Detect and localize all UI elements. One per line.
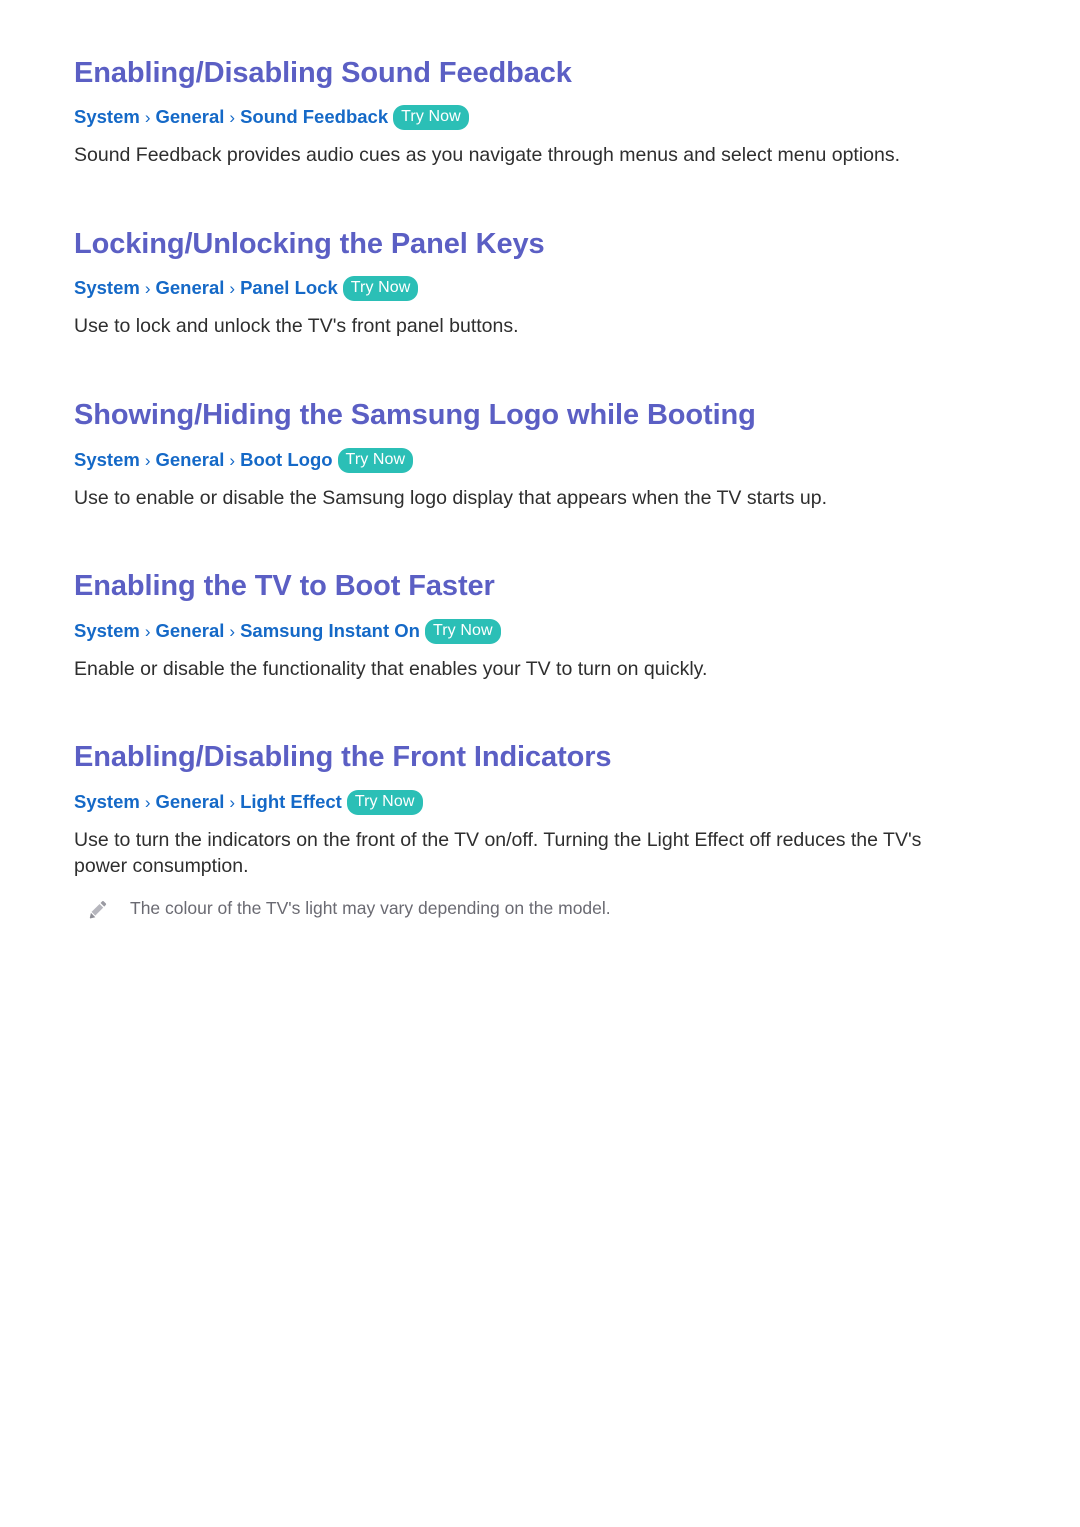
- breadcrumb: System › General › Samsung Instant On Try Now: [74, 618, 1006, 644]
- note-text: The colour of the TV's light may vary de…: [130, 898, 611, 919]
- breadcrumb-separator-icon: ›: [229, 450, 236, 470]
- try-now-badge[interactable]: Try Now: [346, 789, 423, 815]
- breadcrumb-separator-icon: ›: [229, 279, 236, 299]
- breadcrumb-item[interactable]: Sound Feedback: [240, 106, 388, 127]
- breadcrumb-separator-icon: ›: [229, 792, 236, 812]
- section-heading: Enabling the TV to Boot Faster: [74, 570, 495, 603]
- section-body-text: Use to lock and unlock the TV's front pa…: [74, 315, 519, 338]
- breadcrumb-item[interactable]: General: [156, 277, 225, 298]
- breadcrumb-item[interactable]: Light Effect: [240, 791, 342, 812]
- section-body-text: Enable or disable the functionality that…: [74, 657, 708, 680]
- content-section: Enabling/Disabling the Front Indicators S…: [74, 740, 1006, 921]
- breadcrumb-item[interactable]: System: [74, 277, 140, 298]
- breadcrumb-separator-icon: ›: [144, 450, 151, 470]
- breadcrumb: System › General › Light Effect Try Now: [74, 789, 1006, 815]
- breadcrumb-item[interactable]: General: [156, 791, 225, 812]
- content-section: Showing/Hiding the Samsung Logo while Bo…: [74, 398, 1006, 511]
- sections-container: Enabling/Disabling Sound Feedback System ›…: [74, 56, 1006, 921]
- breadcrumb-item[interactable]: System: [74, 449, 140, 470]
- section-body-text: Use to enable or disable the Samsung log…: [74, 486, 828, 509]
- breadcrumb-item[interactable]: General: [156, 106, 225, 127]
- try-now-badge[interactable]: Try Now: [393, 105, 469, 131]
- breadcrumb-separator-icon: ›: [144, 279, 151, 299]
- try-now-badge[interactable]: Try Now: [424, 618, 501, 644]
- breadcrumb-item[interactable]: System: [74, 791, 140, 812]
- breadcrumb-item[interactable]: General: [156, 449, 225, 470]
- breadcrumb: System › General › Sound Feedback Try Now: [74, 105, 1006, 131]
- breadcrumb-item[interactable]: System: [74, 620, 140, 641]
- section-heading: Showing/Hiding the Samsung Logo while Bo…: [74, 399, 756, 432]
- content-section: Enabling the TV to Boot Faster System › Gen…: [74, 569, 1006, 682]
- section-body-text: Use to turn the indicators on the front …: [74, 828, 922, 878]
- breadcrumb-separator-icon: ›: [229, 108, 236, 128]
- content-section: Enabling/Disabling Sound Feedback System ›…: [74, 56, 1006, 169]
- breadcrumb-separator-icon: ›: [144, 792, 151, 812]
- breadcrumb: System › General › Boot Logo Try Now: [74, 447, 1006, 473]
- pencil-icon: [88, 899, 110, 921]
- content-section: Locking/Unlocking the Panel Keys System › G…: [74, 227, 1006, 340]
- section-heading: Locking/Unlocking the Panel Keys: [74, 228, 545, 261]
- breadcrumb-separator-icon: ›: [144, 621, 151, 641]
- note-row: The colour of the TV's light may vary de…: [74, 897, 1006, 921]
- breadcrumb-item[interactable]: Samsung Instant On: [240, 620, 420, 641]
- breadcrumb-item[interactable]: System: [74, 106, 140, 127]
- section-heading: Enabling/Disabling the Front Indicators: [74, 741, 612, 774]
- section-body-text: Sound Feedback provides audio cues as yo…: [74, 144, 901, 167]
- breadcrumb-separator-icon: ›: [144, 108, 151, 128]
- section-heading: Enabling/Disabling Sound Feedback: [74, 57, 572, 89]
- breadcrumb-separator-icon: ›: [229, 621, 236, 641]
- breadcrumb: System › General › Panel Lock Try Now: [74, 276, 1006, 302]
- document-page: Enabling/Disabling Sound Feedback System ›…: [0, 0, 1080, 1527]
- breadcrumb-item[interactable]: General: [156, 620, 225, 641]
- breadcrumb-item[interactable]: Panel Lock: [240, 277, 338, 298]
- try-now-badge[interactable]: Try Now: [342, 276, 419, 302]
- breadcrumb-item[interactable]: Boot Logo: [240, 449, 332, 470]
- try-now-badge[interactable]: Try Now: [337, 447, 414, 473]
